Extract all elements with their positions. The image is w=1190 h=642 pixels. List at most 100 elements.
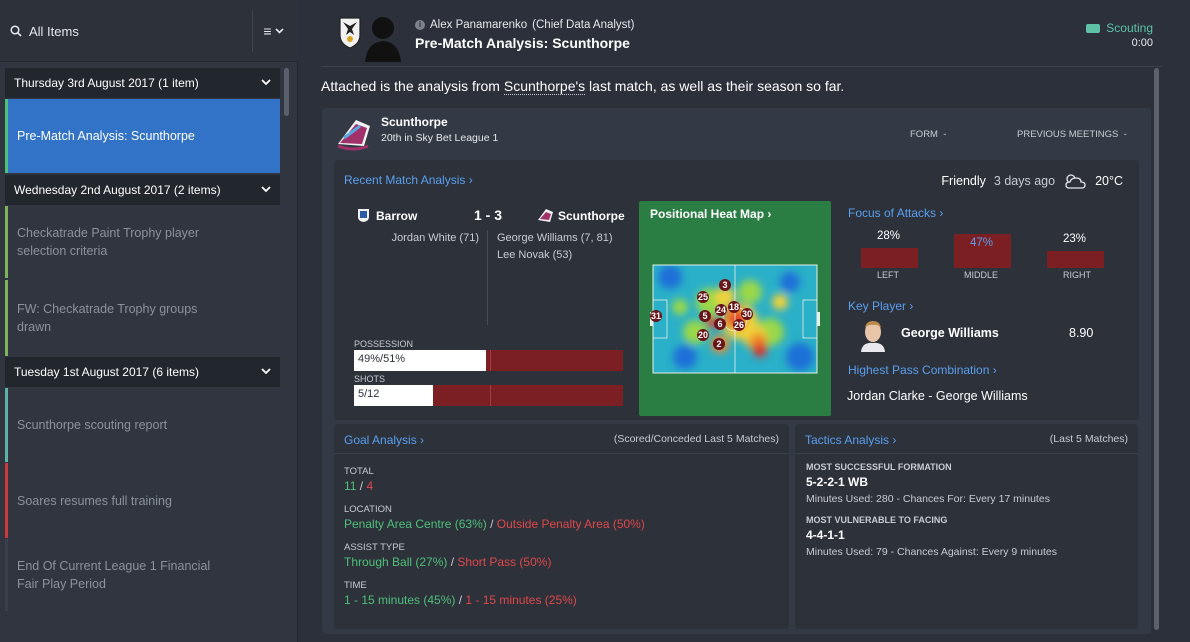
list-item-label: Checkatrade Paint Trophy player selectio… xyxy=(17,226,200,258)
most-vulnerable-detail: Minutes Used: 79 - Chances Against: Ever… xyxy=(806,546,1057,558)
shots-label: SHOTS xyxy=(354,374,386,384)
scored-value: 1 - 15 minutes (45%) xyxy=(344,593,456,607)
sender-avatar[interactable] xyxy=(361,12,405,62)
barrow-badge-icon xyxy=(358,209,369,222)
tag-label: Scouting xyxy=(1106,21,1153,35)
message-scrollbar[interactable] xyxy=(1154,68,1159,630)
list-item[interactable]: Checkatrade Paint Trophy player selectio… xyxy=(5,206,280,278)
scored-value: Penalty Area Centre (63%) xyxy=(344,517,487,531)
shots-value: 5/12 xyxy=(358,388,380,400)
player-number: 26 xyxy=(734,320,744,330)
form-label: FORM xyxy=(910,129,938,140)
group-header-thursday[interactable]: Thursday 3rd August 2017 (1 item) xyxy=(5,68,280,98)
heat-map-pitch: 3 25 1824 30 5 31 6 26 20 2 xyxy=(650,262,820,376)
chevron-down-icon xyxy=(261,186,271,193)
list-item-label: FW: Checkatrade Trophy groups drawn xyxy=(17,302,198,334)
message-intro: Attached is the analysis from Scunthorpe… xyxy=(321,78,844,95)
tactics-analysis-header: Tactics Analysis › (Last 5 Matches) xyxy=(795,424,1138,454)
group-header-wednesday[interactable]: Wednesday 2nd August 2017 (2 items) xyxy=(5,175,280,205)
message-subject: Pre-Match Analysis: Scunthorpe xyxy=(415,35,630,51)
bar-midline xyxy=(490,385,491,406)
sidebar-scrollbar[interactable] xyxy=(284,68,289,116)
chevron-down-icon xyxy=(275,28,284,34)
attack-zone-label: MIDDLE xyxy=(964,270,999,280)
key-player-name[interactable]: George Williams xyxy=(901,326,999,340)
most-vulnerable-formation: 4-4-1-1 xyxy=(806,528,845,542)
player-number: 2 xyxy=(716,339,721,349)
attack-zone-value: 23% xyxy=(1063,233,1087,245)
heat-map-link[interactable]: Positional Heat Map › xyxy=(650,207,771,221)
tactics-analysis-note: (Last 5 Matches) xyxy=(1049,433,1128,445)
message-header: i Alex Panamarenko (Chief Data Analyst) … xyxy=(299,0,1190,66)
most-vulnerable-label: MOST VULNERABLE TO FACING xyxy=(806,515,948,525)
sender-name[interactable]: Alex Panamarenko xyxy=(430,19,527,31)
away-scorer: Lee Novak (53) xyxy=(497,249,573,261)
form-summary: FORM - xyxy=(910,129,946,140)
search-icon xyxy=(10,25,22,37)
goal-analysis-header: Goal Analysis › (Scored/Conceded Last 5 … xyxy=(334,424,789,454)
pass-combination-value: Jordan Clarke - George Williams xyxy=(847,389,1028,403)
sidebar-menu-button[interactable]: ≡ xyxy=(252,10,294,52)
info-icon[interactable]: i xyxy=(415,20,425,30)
player-number: 6 xyxy=(717,319,722,329)
list-item[interactable]: FW: Checkatrade Trophy groups drawn xyxy=(5,280,280,356)
key-player-link[interactable]: Key Player › xyxy=(848,299,913,313)
list-item[interactable]: Soares resumes full training xyxy=(5,463,280,538)
goal-analysis-link[interactable]: Goal Analysis › xyxy=(344,433,424,447)
player-number: 3 xyxy=(722,280,727,290)
list-item-label: Soares resumes full training xyxy=(17,493,172,508)
inbox-sidebar: All Items ≡ Thursday 3rd August 2017 (1 … xyxy=(0,0,298,642)
filter-label: All Items xyxy=(29,23,79,39)
chevron-down-icon xyxy=(261,368,271,375)
location-label: LOCATION xyxy=(344,504,392,515)
scored-value: Through Ball (27%) xyxy=(344,555,448,569)
item-status-bar xyxy=(5,99,8,173)
tactics-analysis-link[interactable]: Tactics Analysis › xyxy=(805,433,896,447)
team-name[interactable]: Scunthorpe xyxy=(381,115,448,129)
tag-icon xyxy=(1086,23,1101,33)
location-value: Penalty Area Centre (63%) / Outside Pena… xyxy=(344,517,645,531)
key-player-rating: 8.90 xyxy=(1069,326,1094,340)
match-date: 3 days ago xyxy=(993,174,1056,188)
attack-zone-label: LEFT xyxy=(877,270,900,280)
scored-value: 11 xyxy=(344,479,357,493)
recent-match-analysis-link[interactable]: Recent Match Analysis › xyxy=(344,173,473,187)
sidebar-toolbar: All Items ≡ xyxy=(0,0,298,62)
list-item[interactable]: Scunthorpe scouting report xyxy=(5,388,280,462)
filter-all-items[interactable]: All Items xyxy=(10,18,250,44)
highest-pass-combination-link[interactable]: Highest Pass Combination › xyxy=(848,363,997,377)
group-label: Wednesday 2nd August 2017 (2 items) xyxy=(14,183,221,197)
home-team[interactable]: Barrow xyxy=(376,209,417,223)
assist-type-label: ASSIST TYPE xyxy=(344,542,405,553)
message-view: i Alex Panamarenko (Chief Data Analyst) … xyxy=(299,0,1190,642)
cloud-sun-icon xyxy=(1065,174,1086,189)
team-link[interactable]: Scunthorpe's xyxy=(503,78,586,95)
conceded-value: Short Pass (50%) xyxy=(457,555,552,569)
list-item-selected[interactable]: Pre-Match Analysis: Scunthorpe xyxy=(5,99,280,173)
player-number: 25 xyxy=(698,292,708,302)
list-item[interactable]: End Of Current League 1 Financial Fair P… xyxy=(5,539,280,611)
player-number: 30 xyxy=(742,309,752,319)
previous-meetings-value: - xyxy=(1123,129,1127,140)
attack-zone-bar-right xyxy=(1047,251,1104,268)
away-team[interactable]: Scunthorpe xyxy=(558,209,625,223)
group-header-tuesday[interactable]: Tuesday 1st August 2017 (6 items) xyxy=(5,357,280,387)
sender-line: i Alex Panamarenko (Chief Data Analyst) xyxy=(415,19,634,31)
heat-map-card[interactable]: Positional Heat Map › 3 25 18 24 30 5 31… xyxy=(639,201,831,416)
club-crest-icon xyxy=(339,17,361,49)
message-tag: Scouting xyxy=(1086,21,1153,35)
player-number: 31 xyxy=(651,311,661,321)
team-badge-icon[interactable] xyxy=(334,116,374,152)
previous-meetings: PREVIOUS MEETINGS - xyxy=(1017,129,1127,140)
player-photo[interactable] xyxy=(858,318,888,352)
item-status-bar xyxy=(5,388,8,462)
chevron-down-icon xyxy=(261,79,271,86)
player-number: 5 xyxy=(702,311,707,321)
item-status-bar xyxy=(5,206,8,278)
player-number: 24 xyxy=(716,305,726,315)
match-meta: Friendly 3 days ago 20°C xyxy=(941,172,1123,190)
focus-of-attacks-link[interactable]: Focus of Attacks › xyxy=(848,206,943,220)
away-scorer: George Williams (7, 81) xyxy=(497,232,613,244)
attack-zone-value: 47% xyxy=(970,237,994,249)
attack-zone-value: 28% xyxy=(877,230,901,242)
